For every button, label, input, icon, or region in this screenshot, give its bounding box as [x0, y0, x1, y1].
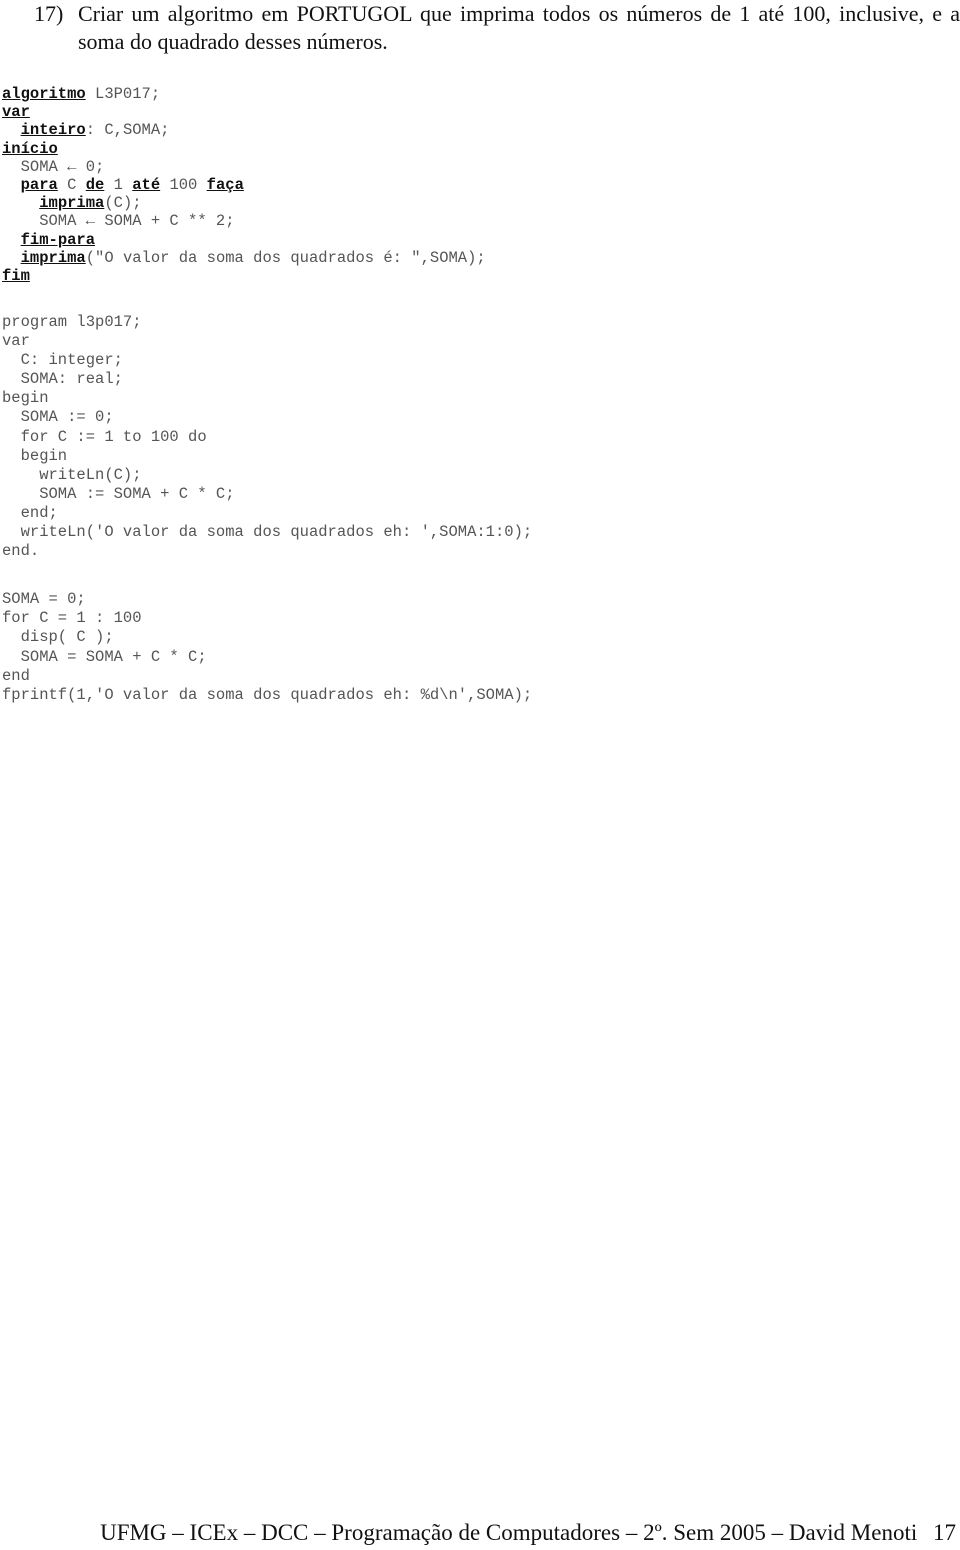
matlab-code-block: SOMA = 0; for C = 1 : 100 disp( C ); SOMA…: [2, 590, 532, 705]
matlab-code-line: SOMA = SOMA + C * C;: [2, 647, 207, 666]
pascal-code-line: writeLn(C);: [2, 465, 142, 484]
code-text: ("O valor da soma dos quadrados é: ",SOM…: [85, 248, 486, 267]
portugol-code-line: para C de 1 até 100 faça: [2, 176, 486, 194]
pascal-code-line: program l3p017;: [2, 313, 142, 331]
pascal-code-line: for C := 1 to 100 do: [2, 427, 207, 446]
pascal-code-line: SOMA := SOMA + C * C;: [2, 484, 235, 503]
keyword: algoritmo: [2, 85, 86, 103]
keyword: faça: [206, 175, 244, 194]
portugol-code-line: algoritmo L3P017;: [2, 85, 486, 103]
code-text: : C,SOMA;: [85, 121, 170, 140]
matlab-code-line: end: [2, 666, 30, 685]
keyword: var: [2, 103, 30, 122]
portugol-code-line: fim: [2, 267, 486, 285]
matlab-code-line: for C = 1 : 100: [2, 609, 142, 628]
keyword: fim: [2, 266, 30, 285]
pascal-code-line: SOMA: real;: [2, 370, 123, 389]
keyword: para: [20, 175, 58, 194]
question: 17) Criar um algoritmo em PORTUGOL que i…: [34, 0, 960, 56]
portugol-code-line: var: [2, 103, 486, 121]
pascal-code-line: C: integer;: [2, 351, 123, 370]
pascal-code-line: SOMA := 0;: [2, 408, 114, 427]
portugol-code-block: algoritmo L3P017; var inteiro: C,SOMA; iní…: [2, 85, 486, 285]
keyword: de: [85, 175, 105, 194]
portugol-code-line: imprima("O valor da soma dos quadrados é…: [2, 249, 486, 267]
keyword: imprima: [39, 194, 105, 213]
page-number: 17: [933, 1520, 956, 1545]
pascal-code-line: end;: [2, 503, 58, 522]
footer-text: UFMG – ICEx – DCC – Programação de Compu…: [100, 1520, 918, 1545]
portugol-code-line: imprima(C);: [2, 194, 486, 212]
keyword: fim-para: [20, 230, 96, 249]
portugol-code-line: fim-para: [2, 231, 486, 249]
code-text: L3P017;: [85, 85, 161, 103]
pascal-code-block: program l3p017; var C: integer; SOMA: rea…: [2, 313, 532, 561]
matlab-code-line: disp( C );: [2, 628, 114, 647]
portugol-code-line: SOMA ← SOMA + C ** 2;: [2, 212, 486, 230]
pascal-code-line: writeLn('O valor da soma dos quadrados e…: [2, 523, 533, 542]
pascal-code-line: end.: [2, 542, 40, 561]
portugol-code-line: início: [2, 140, 486, 158]
code-text: SOMA ← 0;: [2, 157, 105, 176]
keyword: inteiro: [20, 121, 86, 140]
question-text: Criar um algoritmo em PORTUGOL que impri…: [78, 1, 960, 54]
code-text: 1: [104, 175, 133, 194]
keyword: até: [132, 175, 161, 194]
code-text: (C);: [104, 194, 142, 213]
code-text: C: [57, 175, 86, 194]
portugol-code-line: SOMA ← 0;: [2, 158, 486, 176]
code-text: 100: [160, 175, 207, 194]
pascal-code-line: var: [2, 332, 30, 351]
portugol-code-line: inteiro: C,SOMA;: [2, 121, 486, 139]
matlab-code-line: SOMA = 0;: [2, 590, 86, 608]
page-footer: UFMG – ICEx – DCC – Programação de Compu…: [20, 1518, 956, 1548]
keyword: início: [2, 139, 58, 158]
keyword: imprima: [20, 248, 86, 267]
pascal-code-line: begin: [2, 446, 68, 465]
matlab-code-line: fprintf(1,'O valor da soma dos quadrados…: [2, 685, 533, 704]
question-number: 17): [34, 1, 64, 26]
code-text: SOMA ← SOMA + C ** 2;: [2, 212, 235, 231]
pascal-code-line: begin: [2, 389, 49, 408]
